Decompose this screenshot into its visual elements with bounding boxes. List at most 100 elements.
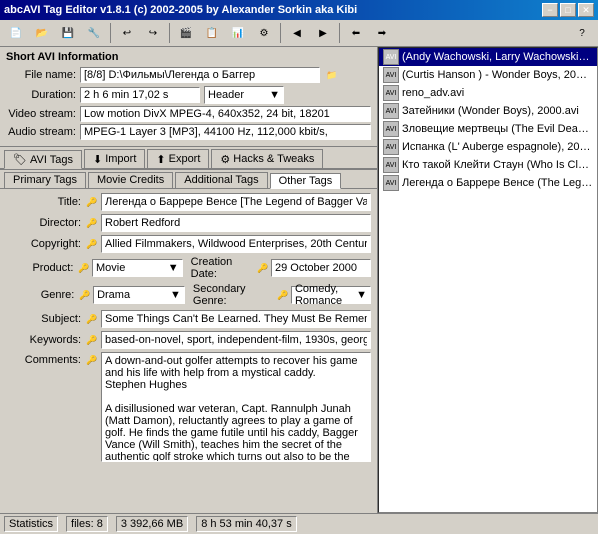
- separator1: [110, 23, 111, 43]
- director-input[interactable]: [101, 214, 371, 232]
- subject-row: Subject: 🔑: [6, 310, 371, 328]
- genre-icon[interactable]: 🔑: [78, 288, 91, 302]
- title-input[interactable]: [101, 193, 371, 211]
- primary-tags-content: Title: 🔑 Director: 🔑 Copyright: 🔑: [0, 189, 377, 513]
- window-title: abcAVI Tag Editor v1.8.1 (c) 2002-2005 b…: [4, 4, 357, 16]
- toolbar-btn7[interactable]: 🎬: [174, 22, 198, 44]
- file-item-2[interactable]: AVI reno_adv.avi: [379, 84, 597, 102]
- comments-row: Comments: 🔑 A down-and-out golfer attemp…: [6, 352, 371, 462]
- file-item-4[interactable]: AVI Зловещие мертвецы (The Evil Dead), 1…: [379, 120, 597, 138]
- file-icon-4: AVI: [383, 121, 399, 137]
- subtab-other-label: Other Tags: [279, 175, 333, 187]
- avi-tags-icon: 🏷: [13, 153, 27, 166]
- import-icon: ⬇: [93, 153, 102, 166]
- file-name-6: Кто такой Клейти Стаун (Who Is Cletis To…: [402, 159, 593, 171]
- product-value: Movie: [96, 262, 125, 274]
- separator3: [280, 23, 281, 43]
- file-value: [8/8] D:\Фильмы\Легенда о Баггер: [80, 67, 320, 83]
- secondary-genre-icon[interactable]: 🔑: [276, 288, 289, 302]
- director-icon[interactable]: 🔑: [85, 216, 99, 230]
- video-label: Video stream:: [6, 108, 76, 120]
- duration-row: Duration: 2 h 6 min 17,02 s Header ▼: [6, 86, 371, 104]
- tab-avi-tags[interactable]: 🏷 AVI Tags: [4, 150, 82, 169]
- creation-date-icon[interactable]: 🔑: [256, 261, 269, 275]
- file-icon-5: AVI: [383, 139, 399, 155]
- file-name-7: Легенда о Баррере Венсе (The Legend of B…: [402, 177, 593, 189]
- toolbar-btn6[interactable]: ↪: [141, 22, 165, 44]
- product-icon[interactable]: 🔑: [77, 261, 90, 275]
- genre-select[interactable]: Drama ▼: [93, 286, 185, 304]
- subtab-primary[interactable]: Primary Tags: [4, 172, 86, 188]
- file-icon-7: AVI: [383, 175, 399, 191]
- avi-tags-label: AVI Tags: [30, 154, 73, 166]
- copyright-icon[interactable]: 🔑: [85, 237, 99, 251]
- toolbar-new[interactable]: 📄: [4, 22, 28, 44]
- toolbar-next[interactable]: ▶: [311, 22, 335, 44]
- audio-label: Audio stream:: [6, 126, 76, 138]
- file-icon-2: AVI: [383, 85, 399, 101]
- tab-import[interactable]: ⬇ Import: [84, 149, 145, 168]
- statistics-label: Statistics: [4, 516, 58, 532]
- subtab-credits-label: Movie Credits: [97, 174, 164, 186]
- comments-field-label: Comments:: [6, 352, 81, 366]
- file-item-0[interactable]: AVI (Andy Wachowski, Larry Wachowski) - …: [379, 48, 597, 66]
- keywords-icon[interactable]: 🔑: [85, 333, 99, 347]
- separator4: [339, 23, 340, 43]
- subtab-other[interactable]: Other Tags: [270, 173, 342, 189]
- genre-dropdown-icon: ▼: [170, 289, 181, 301]
- comments-textarea[interactable]: A down-and-out golfer attempts to recove…: [101, 352, 371, 462]
- toolbar-arrow1[interactable]: ⬅: [344, 22, 368, 44]
- toolbar-btn9[interactable]: 📊: [226, 22, 250, 44]
- header-dropdown-icon: ▼: [269, 89, 280, 101]
- secondary-genre-dropdown-icon: ▼: [356, 289, 367, 301]
- keywords-row: Keywords: 🔑: [6, 331, 371, 349]
- toolbar-btn5[interactable]: ↩: [115, 22, 139, 44]
- toolbar: 📄 📂 💾 🔧 ↩ ↪ 🎬 📋 📊 ⚙ ◀ ▶ ⬅ ➡ ?: [0, 20, 598, 47]
- toolbar-btn10[interactable]: ⚙: [252, 22, 276, 44]
- copyright-input[interactable]: [101, 235, 371, 253]
- toolbar-help[interactable]: ?: [570, 22, 594, 44]
- subject-icon[interactable]: 🔑: [85, 312, 99, 326]
- toolbar-prev[interactable]: ◀: [285, 22, 309, 44]
- copyright-field-label: Copyright:: [6, 238, 81, 250]
- toolbar-save[interactable]: 💾: [56, 22, 80, 44]
- file-item-1[interactable]: AVI (Curtis Hanson ) - Wonder Boys, 2000…: [379, 66, 597, 84]
- comments-icon[interactable]: 🔑: [85, 352, 99, 366]
- file-icon-1: AVI: [383, 67, 399, 83]
- product-select[interactable]: Movie ▼: [92, 259, 183, 277]
- file-item-7[interactable]: AVI Легенда о Баррере Венсе (The Legend …: [379, 174, 597, 192]
- file-name-2: reno_adv.avi: [402, 87, 464, 99]
- director-field-label: Director:: [6, 217, 81, 229]
- toolbar-open[interactable]: 📂: [30, 22, 54, 44]
- hacks-label: Hacks & Tweaks: [233, 153, 314, 165]
- secondary-genre-select[interactable]: Comedy, Romance ▼: [291, 286, 371, 304]
- subtab-additional[interactable]: Additional Tags: [175, 172, 267, 188]
- files-count: files: 8: [66, 516, 108, 532]
- close-button[interactable]: ✕: [578, 3, 594, 17]
- subject-input[interactable]: [101, 310, 371, 328]
- tab-hacks[interactable]: ⚙ Hacks & Tweaks: [211, 149, 323, 168]
- maximize-button[interactable]: □: [560, 3, 576, 17]
- separator2: [169, 23, 170, 43]
- short-avi-info: Short AVI Information File name: [8/8] D…: [0, 47, 377, 147]
- main-content: 📄 📂 💾 🔧 ↩ ↪ 🎬 📋 📊 ⚙ ◀ ▶ ⬅ ➡ ? Short AVI …: [0, 20, 598, 534]
- header-select[interactable]: Header ▼: [204, 86, 284, 104]
- title-icon[interactable]: 🔑: [85, 195, 99, 209]
- creation-date-input[interactable]: [271, 259, 371, 277]
- toolbar-arrow2[interactable]: ➡: [370, 22, 394, 44]
- browse-button[interactable]: 📁: [322, 66, 342, 84]
- keywords-input[interactable]: [101, 331, 371, 349]
- duration-label: Duration:: [6, 89, 76, 101]
- minimize-button[interactable]: −: [542, 3, 558, 17]
- copyright-row: Copyright: 🔑: [6, 235, 371, 253]
- toolbar-btn8[interactable]: 📋: [200, 22, 224, 44]
- title-field-label: Title:: [6, 196, 81, 208]
- tab-export[interactable]: ⬆ Export: [147, 149, 209, 168]
- title-row: Title: 🔑: [6, 193, 371, 211]
- video-value: Low motion DivX MPEG-4, 640x352, 24 bit,…: [80, 106, 371, 122]
- toolbar-btn4[interactable]: 🔧: [82, 22, 106, 44]
- file-item-3[interactable]: AVI Затейники (Wonder Boys), 2000.avi: [379, 102, 597, 120]
- file-item-6[interactable]: AVI Кто такой Клейти Стаун (Who Is Cleti…: [379, 156, 597, 174]
- subtab-credits[interactable]: Movie Credits: [88, 172, 173, 188]
- file-item-5[interactable]: AVI Испанка (L' Auberge espagnole), 2002…: [379, 138, 597, 156]
